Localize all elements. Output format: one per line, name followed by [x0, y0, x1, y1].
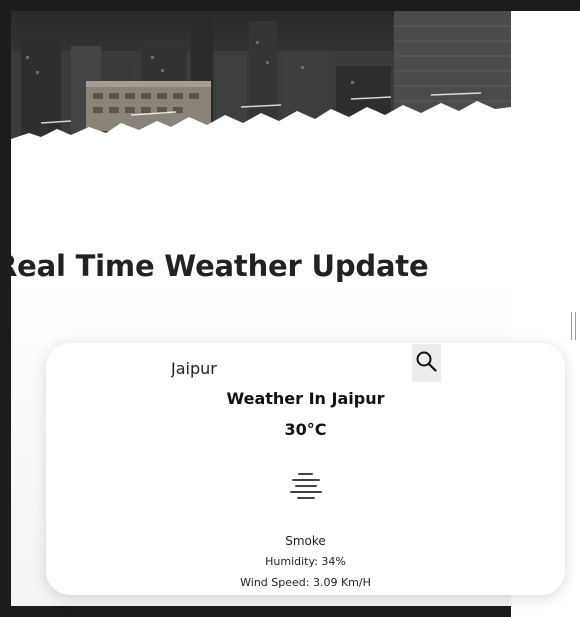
wind-speed: Wind Speed: 3.09 Km/H [240, 576, 371, 589]
search-input[interactable] [171, 355, 401, 381]
window-frame-bottom [0, 606, 511, 617]
weather-heading: Weather In Jaipur [226, 389, 385, 408]
resize-handle[interactable] [571, 312, 576, 340]
temperature: 30°C [284, 420, 327, 439]
city-hero-image [11, 11, 511, 181]
window-frame-top [0, 0, 580, 11]
humidity: Humidity: 34% [265, 555, 346, 568]
weather-card: Weather In Jaipur 30°C Smoke Humidity: 3… [46, 343, 565, 595]
search-icon [416, 351, 437, 372]
weather-condition: Smoke [285, 534, 326, 548]
window-frame-left [0, 0, 11, 617]
smoke-icon [290, 473, 322, 499]
search-button[interactable] [412, 344, 441, 382]
page-title: Real Time Weather Update [11, 249, 429, 283]
